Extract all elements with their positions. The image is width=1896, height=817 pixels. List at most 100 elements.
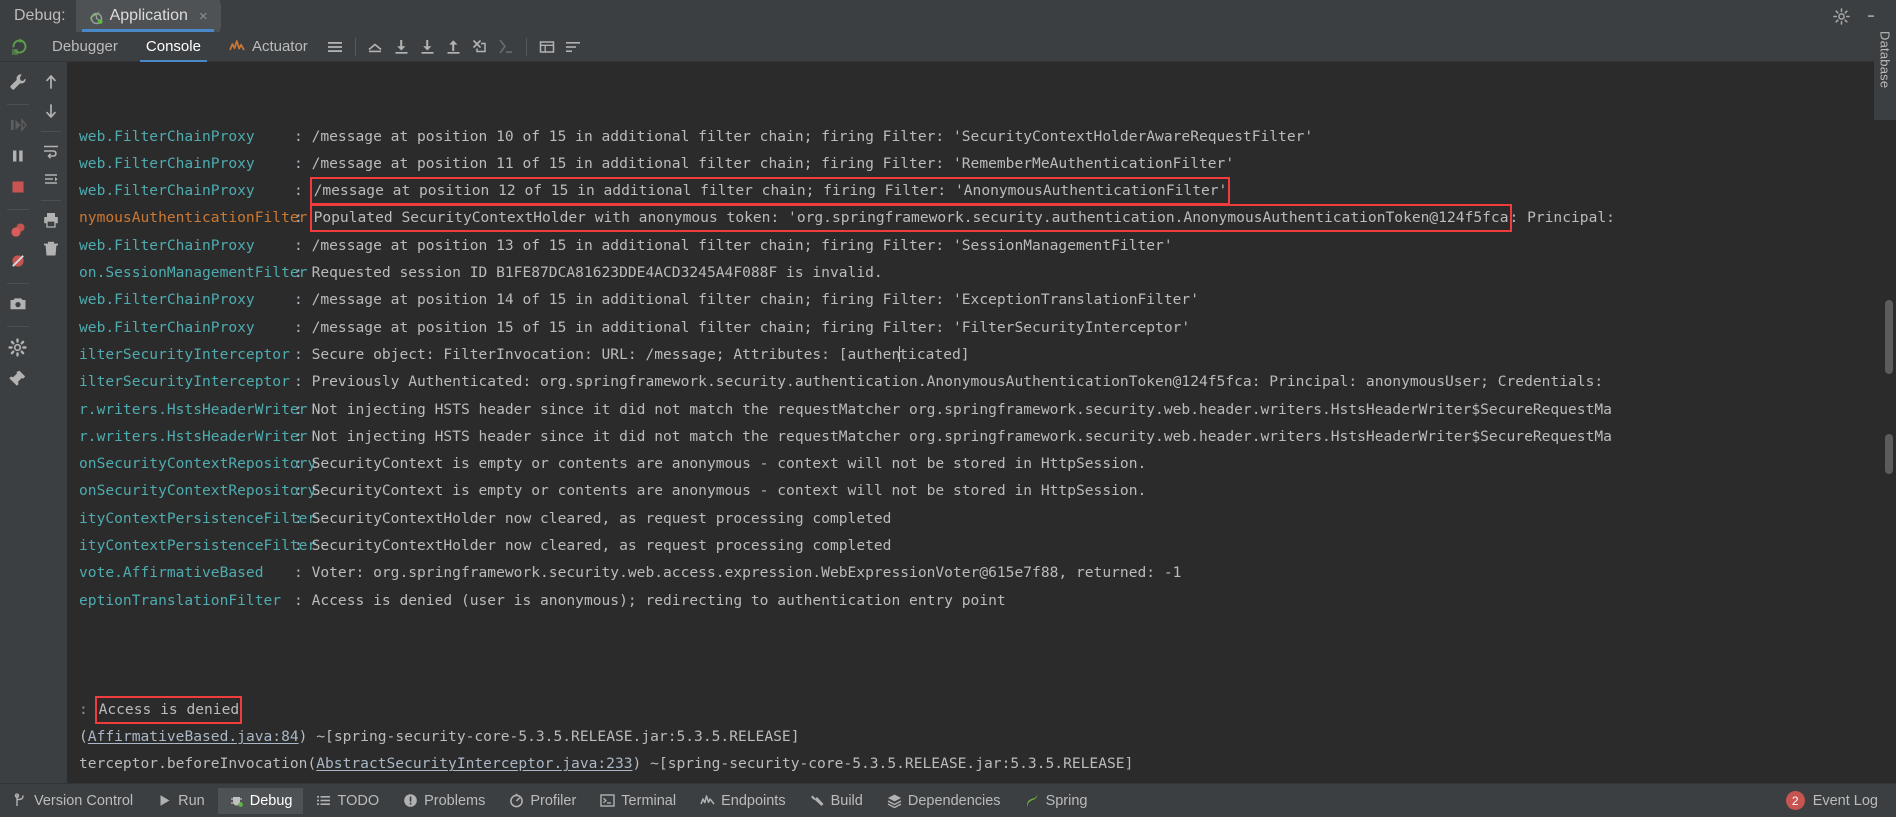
console-log-line: on.SessionManagementFilter: Requested se…: [67, 259, 1896, 286]
wrench-icon[interactable]: [3, 68, 33, 96]
tab-actuator[interactable]: Actuator: [215, 32, 322, 62]
resume-program-icon[interactable]: [3, 111, 33, 139]
status-endpoints[interactable]: Endpoints: [689, 788, 797, 814]
debug-window-label: Debug:: [0, 0, 76, 32]
vertical-scrollbar-thumb[interactable]: [1885, 300, 1893, 374]
log-message: /message at position 10 of 15 in additio…: [311, 127, 1314, 145]
status-version-control[interactable]: Version Control: [2, 788, 144, 814]
console-toolbar: Debugger Console Actuator: [0, 32, 1896, 62]
error-icon: [403, 793, 418, 808]
hammer-icon: [810, 793, 825, 808]
log-message: Access is denied (user is anonymous); re…: [311, 591, 1006, 609]
print-icon[interactable]: [37, 206, 65, 233]
run-configuration-tab[interactable]: Application ×: [75, 0, 220, 32]
stack-frame-prefix: terceptor.beforeInvocation(: [79, 755, 317, 773]
stack-frame-source-link[interactable]: AffirmativeBased.java:84: [88, 728, 299, 745]
scroll-down-icon[interactable]: [37, 97, 65, 124]
console-log-line: web.FilterChainProxy: /message at positi…: [67, 177, 1896, 206]
console-output[interactable]: web.FilterChainProxy: /message at positi…: [67, 62, 1896, 800]
status-terminal[interactable]: Terminal: [589, 788, 687, 814]
table-view-icon[interactable]: [534, 34, 560, 60]
log-logger-name: r.writers.HstsHeaderWriter: [79, 400, 308, 418]
divider: [6, 104, 29, 105]
event-log-button[interactable]: 2 Event Log: [1776, 791, 1896, 810]
status-problems[interactable]: Problems: [392, 788, 496, 814]
log-logger-name: web.FilterChainProxy: [79, 318, 255, 336]
evaluate-expression-icon[interactable]: [493, 34, 519, 60]
divider: [6, 283, 29, 284]
log-message: Not injecting HSTS header since it did n…: [311, 427, 1612, 445]
debug-icon: [229, 793, 244, 808]
log-separator: :: [294, 591, 312, 609]
tab-debugger[interactable]: Debugger: [38, 32, 132, 62]
drop-frame-icon[interactable]: [467, 34, 493, 60]
pause-program-icon[interactable]: [3, 142, 33, 170]
log-message-highlighted: /message at position 12 of 15 in additio…: [309, 177, 1231, 206]
log-message: SecurityContext is empty or contents are…: [311, 455, 1147, 473]
close-icon[interactable]: ×: [199, 9, 208, 24]
rerun-icon[interactable]: [0, 32, 38, 62]
log-logger-name: on.SessionManagementFilter: [79, 264, 308, 282]
settings-icon[interactable]: [3, 333, 33, 361]
log-message-tail: : Principal:: [1509, 209, 1615, 227]
console-log-lines: web.FilterChainProxy: /message at positi…: [67, 123, 1896, 614]
pin-icon[interactable]: [3, 364, 33, 392]
layout-settings-icon[interactable]: [322, 34, 348, 60]
log-separator: :: [294, 182, 312, 200]
log-message-highlighted: Populated SecurityContextHolder with ano…: [309, 204, 1512, 233]
show-executed-icon[interactable]: [363, 34, 389, 60]
status-build[interactable]: Build: [799, 788, 874, 814]
view-breakpoints-icon[interactable]: [3, 216, 33, 244]
clear-all-icon[interactable]: [37, 235, 65, 262]
camera-snapshot-icon[interactable]: [3, 290, 33, 318]
gear-icon[interactable]: [1833, 7, 1850, 25]
log-logger-name: ilterSecurityInterceptor: [79, 345, 290, 363]
debug-tool-window-header: Debug: Application ×: [0, 0, 1896, 32]
status-spring[interactable]: Spring: [1014, 788, 1099, 814]
log-message: Not injecting HSTS header since it did n…: [311, 400, 1612, 418]
tab-console[interactable]: Console: [132, 32, 215, 62]
status-debug-label: Debug: [249, 792, 293, 809]
database-tab-label: Database: [1877, 31, 1893, 89]
scroll-to-end-icon[interactable]: [37, 166, 65, 193]
status-profiler[interactable]: Profiler: [498, 788, 587, 814]
status-todo-label: TODO: [337, 792, 380, 809]
status-run[interactable]: Run: [146, 788, 216, 814]
profiler-icon: [509, 793, 524, 808]
soft-wrap-icon[interactable]: [37, 137, 65, 164]
log-logger-name: web.FilterChainProxy: [79, 236, 255, 254]
terminal-icon: [600, 793, 615, 808]
step-into-icon[interactable]: [389, 34, 415, 60]
exception-line: : Access is denied: [67, 695, 1896, 724]
force-step-into-icon[interactable]: [415, 34, 441, 60]
status-dependencies-label: Dependencies: [907, 792, 1001, 809]
log-logger-name: nymousAuthenticationFilter: [79, 209, 308, 227]
status-todo[interactable]: TODO: [305, 788, 390, 814]
stack-frame-source-link[interactable]: AbstractSecurityInterceptor.java:233: [316, 755, 632, 772]
log-message: SecurityContextHolder now cleared, as re…: [311, 509, 892, 527]
settings-list-icon[interactable]: [560, 34, 586, 60]
stack-frame-line: terceptor.beforeInvocation(AbstractSecur…: [67, 750, 1896, 777]
log-message: Secure object: FilterInvocation: URL: /m…: [311, 345, 970, 363]
stop-icon[interactable]: [3, 173, 33, 201]
scroll-up-icon[interactable]: [37, 68, 65, 95]
log-logger-name: ityContextPersistenceFilter: [79, 537, 317, 555]
log-separator: :: [294, 209, 312, 227]
status-profiler-label: Profiler: [530, 792, 577, 809]
status-version-control-label: Version Control: [34, 792, 134, 809]
status-endpoints-label: Endpoints: [721, 792, 786, 809]
step-out-icon[interactable]: [441, 34, 467, 60]
log-logger-name: onSecurityContextRepository: [79, 455, 317, 473]
mute-breakpoints-icon[interactable]: [3, 247, 33, 275]
vertical-scrollbar-thumb-secondary[interactable]: [1885, 434, 1893, 474]
console-log-line: nymousAuthenticationFilter: Populated Se…: [67, 204, 1896, 233]
status-dependencies[interactable]: Dependencies: [876, 788, 1012, 814]
status-debug[interactable]: Debug: [217, 787, 304, 814]
console-log-line: r.writers.HstsHeaderWriter: Not injectin…: [67, 423, 1896, 450]
database-tool-window-tab[interactable]: Database: [1874, 0, 1896, 120]
console-log-line: ityContextPersistenceFilter: SecurityCon…: [67, 505, 1896, 532]
console-log-line: web.FilterChainProxy: /message at positi…: [67, 123, 1896, 150]
log-separator: :: [294, 345, 312, 363]
log-separator: :: [294, 482, 312, 500]
exception-prefix: :: [79, 700, 97, 718]
